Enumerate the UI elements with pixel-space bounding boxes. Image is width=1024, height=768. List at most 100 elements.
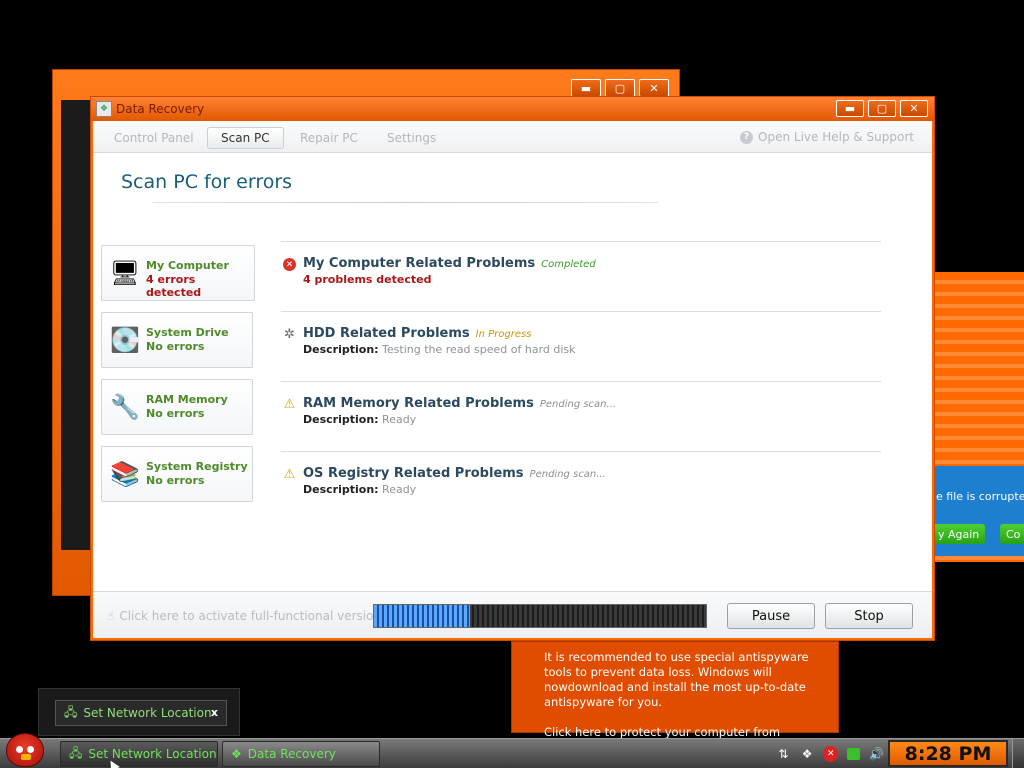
tray-scroll-icon[interactable]: ⇅ [776, 746, 791, 762]
problem-description: Description: Testing the read speed of h… [303, 343, 576, 356]
network-notification: 🖧 Set Network Location x [38, 688, 240, 736]
notification-close-button[interactable]: x [211, 706, 218, 719]
notification-text: Set Network Location [83, 706, 212, 720]
registry-icon: 📚 [110, 460, 140, 488]
window-controls: ▬ ▢ ✕ [836, 100, 928, 117]
network-icon: 🖧 [69, 745, 83, 760]
task-label: Set Network Location [88, 747, 217, 761]
description-value: Testing the read speed of hard disk [382, 343, 576, 356]
bg-minimize-button[interactable]: ▬ [571, 79, 601, 97]
side-item-name: My Computer [146, 259, 229, 272]
side-item-status: No errors [146, 340, 205, 353]
tab-repair-pc[interactable]: Repair PC [287, 127, 371, 149]
scan-progress-bar [373, 604, 707, 628]
background-window-panel [61, 100, 91, 550]
side-item-name: System Drive [146, 326, 229, 339]
side-item-ram-memory[interactable]: 🔧 RAM Memory No errors [101, 379, 253, 435]
stop-button[interactable]: Stop [825, 603, 913, 629]
task-data-recovery[interactable]: ❖ Data Recovery [222, 741, 380, 767]
task-set-network-location[interactable]: 🖧 Set Network Location [60, 741, 218, 767]
start-button[interactable] [0, 731, 52, 768]
window-logo-icon: ❖ [96, 101, 112, 117]
pause-button[interactable]: Pause [727, 603, 815, 629]
problem-title: OS Registry Related Problems Pending scan… [303, 466, 606, 481]
spinner-icon: ✲ [284, 327, 295, 342]
ram-icon: 🔧 [110, 393, 140, 421]
bird-beak [21, 754, 31, 760]
problem-hdd: ✲ HDD Related Problems In Progress Descri… [281, 311, 881, 381]
help-icon: ? [740, 130, 754, 144]
spyware-warning-popup[interactable]: It is recommended to use special antispy… [511, 641, 839, 754]
show-desktop-button[interactable] [1012, 739, 1024, 768]
description-label: Description: [303, 413, 379, 426]
bird-eye [27, 746, 34, 753]
tab-control-panel[interactable]: Control Panel [101, 127, 207, 149]
title-bar[interactable]: ❖ Data Recovery ▬ ▢ ✕ [91, 97, 934, 121]
data-recovery-window: ❖ Data Recovery ▬ ▢ ✕ Control Panel Scan… [90, 96, 935, 641]
problem-state: In Progress [475, 329, 532, 340]
tab-settings[interactable]: Settings [374, 127, 449, 149]
bg-maximize-button[interactable]: ▢ [605, 79, 635, 97]
error-icon: ✕ [283, 258, 296, 271]
computer-icon: 🖥 [109, 259, 141, 287]
bg-close-button[interactable]: ✕ [639, 79, 669, 97]
system-tray: ⇅ ❖ ✕ 🔊 [770, 739, 884, 768]
error-dialog-body: e file is corrupted o y Again Co [932, 466, 1024, 556]
security-alert-icon[interactable]: ✕ [823, 746, 839, 762]
tab-bar: Control Panel Scan PC Repair PC Settings… [93, 121, 932, 153]
app-window-icon: ❖ [231, 747, 242, 761]
side-item-system-registry[interactable]: 📚 System Registry No errors [101, 446, 253, 502]
tray-windows-icon[interactable]: ❖ [800, 746, 815, 762]
activate-label: Click here to activate full-functional v… [119, 609, 382, 623]
problem-my-computer: ✕ My Computer Related Problems Completed … [281, 241, 881, 311]
background-error-window: e file is corrupted o y Again Co [932, 272, 1024, 562]
warning-icon: ⚠ [283, 467, 296, 482]
tab-scan-pc[interactable]: Scan PC [207, 127, 284, 149]
angry-bird-icon [6, 733, 44, 767]
page-title: Scan PC for errors [121, 171, 293, 193]
problem-title-text: RAM Memory Related Problems [303, 396, 534, 411]
window-client-area: Control Panel Scan PC Repair PC Settings… [93, 121, 932, 638]
live-help-link[interactable]: ? Open Live Help & Support [740, 130, 914, 144]
desktop: ▬ ▢ ✕ e file is corrupted o y Again Co ❖… [0, 0, 1024, 768]
problem-title: RAM Memory Related Problems Pending scan.… [303, 396, 616, 411]
warning-icon: ⚠ [283, 397, 296, 412]
close-button[interactable]: ✕ [900, 100, 928, 117]
live-help-label: Open Live Help & Support [758, 130, 914, 144]
scan-progress-fill [374, 605, 471, 627]
continue-button[interactable]: Co [1000, 524, 1024, 544]
problem-title: HDD Related Problems In Progress [303, 326, 531, 341]
maximize-button[interactable]: ▢ [868, 100, 896, 117]
volume-icon[interactable]: 🔊 [869, 746, 884, 762]
window-title: Data Recovery [116, 102, 205, 116]
problem-title: My Computer Related Problems Completed [303, 256, 596, 271]
activate-link[interactable]: ☝ Click here to activate full-functional… [107, 609, 381, 623]
taskbar-clock[interactable]: 8:28 PM [888, 740, 1008, 767]
drive-icon: 💽 [110, 326, 140, 354]
problem-title-text: My Computer Related Problems [303, 256, 536, 271]
side-item-name: System Registry [146, 460, 248, 473]
side-item-status: No errors [146, 407, 205, 420]
network-tray-icon[interactable] [847, 748, 861, 760]
problem-ram: ⚠ RAM Memory Related Problems Pending sca… [281, 381, 881, 451]
problem-state: Completed [541, 259, 596, 270]
problem-description: Description: Ready [303, 483, 416, 496]
try-again-button[interactable]: y Again [932, 524, 986, 544]
task-label: Data Recovery [247, 747, 336, 761]
background-window-controls: ▬ ▢ ✕ [571, 79, 669, 97]
side-item-system-drive[interactable]: 💽 System Drive No errors [101, 312, 253, 368]
title-divider [153, 202, 658, 203]
description-value: Ready [382, 483, 417, 496]
network-icon: 🖧 [64, 704, 78, 719]
notification-item[interactable]: 🖧 Set Network Location x [55, 700, 227, 726]
side-item-my-computer[interactable]: 🖥 My Computer 4 errors detected [101, 245, 255, 301]
bird-eye [16, 746, 23, 753]
problem-title-text: OS Registry Related Problems [303, 466, 524, 481]
problem-title-text: HDD Related Problems [303, 326, 470, 341]
popup-message: It is recommended to use special antispy… [544, 650, 809, 709]
problem-registry: ⚠ OS Registry Related Problems Pending sc… [281, 451, 881, 521]
problem-state: Pending scan... [539, 399, 617, 410]
description-label: Description: [303, 483, 379, 496]
error-dialog-text: e file is corrupted o [936, 490, 1024, 503]
minimize-button[interactable]: ▬ [836, 100, 864, 117]
